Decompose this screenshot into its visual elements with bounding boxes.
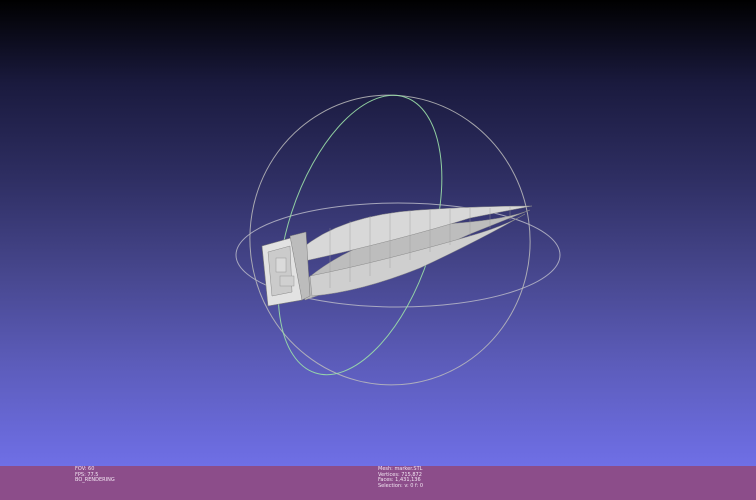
mesh-mount-block — [261, 231, 311, 307]
scene-canvas[interactable] — [0, 0, 756, 466]
render-mode-readout: BO_RENDERING — [75, 477, 115, 484]
mesh-model[interactable] — [261, 205, 533, 307]
3d-viewport[interactable] — [0, 0, 756, 466]
status-bar: FOV: 60 FPS: 77.5 BO_RENDERING Mesh: mar… — [0, 466, 756, 500]
selection-readout: Selection: v: 0 f: 0 — [378, 482, 424, 489]
render-info: FOV: 60 FPS: 77.5 BO_RENDERING — [75, 466, 115, 484]
mesh-info: Mesh: marker.STL Vertices: 715,872 Faces… — [378, 466, 424, 489]
